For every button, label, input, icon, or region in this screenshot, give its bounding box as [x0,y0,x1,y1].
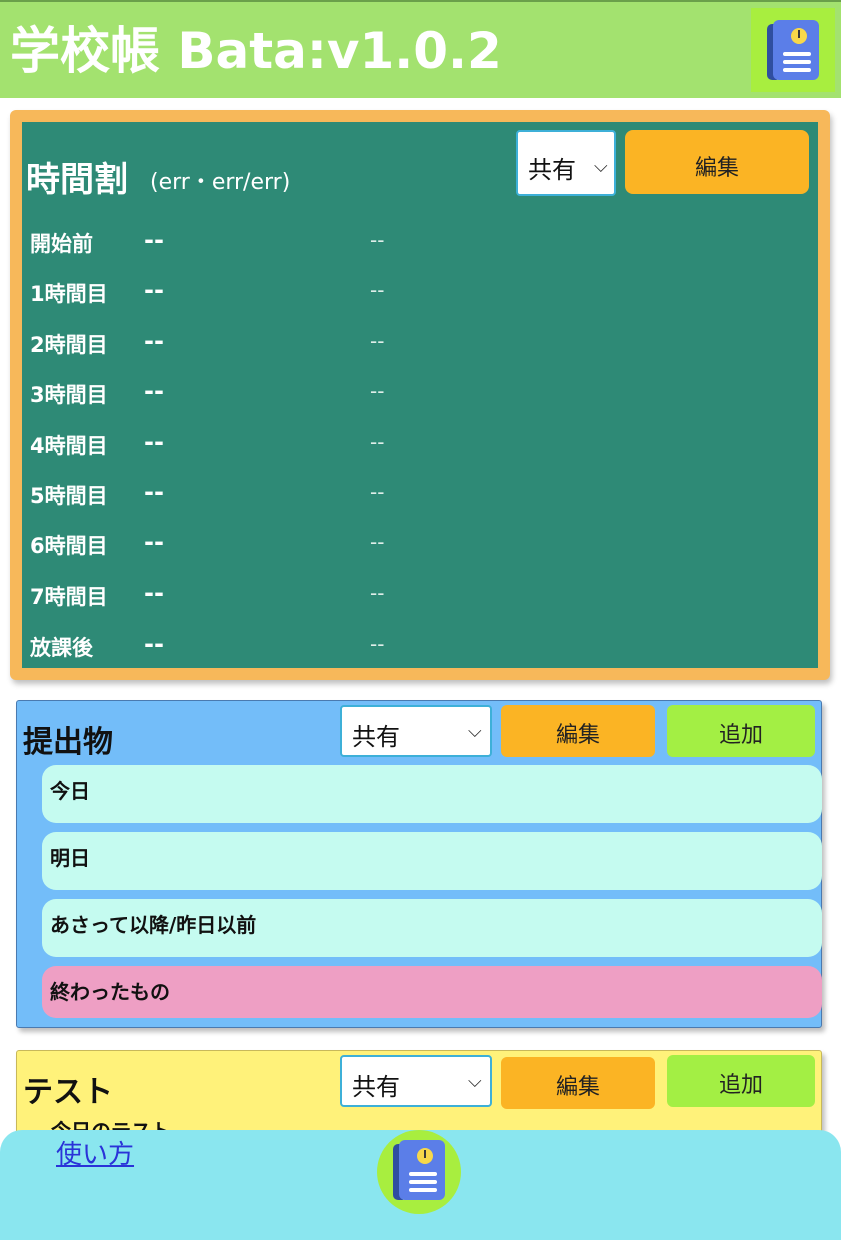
submissions-edit-button[interactable]: 編集 [501,705,655,757]
period-subject: -- [144,327,164,355]
timetable-date: (err・err/err) [150,170,291,195]
period-name: 7時間目 [30,585,108,609]
period-name: 4時間目 [30,434,108,458]
submission-group-tomorrow[interactable]: 明日 [42,832,822,890]
home-button[interactable] [377,1130,461,1214]
app-header: 学校帳 Bata:v1.0.2 [0,0,841,98]
add-button-label: 追加 [718,723,763,748]
period-name: 1時間目 [30,282,108,306]
period-name: 5時間目 [30,484,108,508]
notebook-clock-icon [393,1140,445,1200]
chevron-down-icon: ⌵ [594,156,608,177]
tests-title: テスト [23,1075,113,1110]
submissions-add-button[interactable]: 追加 [667,705,815,757]
notebook-clock-icon [767,20,819,80]
submission-group-done[interactable]: 終わったもの [42,966,822,1018]
submission-group-today[interactable]: 今日 [42,765,822,823]
group-label: 明日 [50,846,90,870]
timetable-panel: 時間割 (err・err/err) 共有 ⌵ 編集 開始前 -- -- 1時間目… [10,110,830,680]
tests-edit-button[interactable]: 編集 [501,1057,655,1109]
help-link[interactable]: 使い方 [56,1134,134,1171]
timetable-board: 時間割 (err・err/err) 共有 ⌵ 編集 開始前 -- -- 1時間目… [22,122,818,668]
period-room: -- [370,379,385,403]
timetable-share-select[interactable]: 共有 ⌵ [516,130,616,196]
period-row: 5時間目 -- -- [30,478,810,510]
chevron-down-icon: ⌵ [468,721,482,742]
period-room: -- [370,480,385,504]
period-name: 2時間目 [30,333,108,357]
share-select-value: 共有 [352,723,400,751]
period-subject: -- [144,276,164,304]
period-subject: -- [144,528,164,556]
share-select-value: 共有 [528,156,576,184]
timetable-title: 時間割 [26,160,128,200]
submissions-share-select[interactable]: 共有 ⌵ [340,705,492,757]
bottom-nav: 使い方 [0,1130,841,1240]
submission-group-later[interactable]: あさって以降/昨日以前 [42,899,822,957]
period-row: 6時間目 -- -- [30,528,810,560]
period-room: -- [370,530,385,554]
share-select-value: 共有 [352,1073,400,1101]
period-room: -- [370,632,385,656]
timetable-edit-button[interactable]: 編集 [625,130,809,194]
period-name: 放課後 [30,636,93,660]
group-label: 終わったもの [50,980,170,1004]
group-label: 今日 [50,779,90,803]
period-subject: -- [144,478,164,506]
period-subject: -- [144,579,164,607]
period-room: -- [370,581,385,605]
header-menu-button[interactable] [751,8,835,92]
tests-add-button[interactable]: 追加 [667,1055,815,1107]
period-room: -- [370,430,385,454]
period-row: 放課後 -- -- [30,630,810,662]
edit-button-label: 編集 [694,156,739,181]
edit-button-label: 編集 [555,723,600,748]
add-button-label: 追加 [718,1073,763,1098]
submissions-title: 提出物 [23,725,113,760]
period-subject: -- [144,377,164,405]
period-row: 7時間目 -- -- [30,579,810,611]
tests-share-select[interactable]: 共有 ⌵ [340,1055,492,1107]
group-label: あさって以降/昨日以前 [50,913,257,937]
period-name: 開始前 [30,232,93,256]
edit-button-label: 編集 [555,1075,600,1100]
period-row: 1時間目 -- -- [30,276,810,308]
period-room: -- [370,228,385,252]
period-row: 3時間目 -- -- [30,377,810,409]
period-subject: -- [144,630,164,658]
period-room: -- [370,278,385,302]
period-row: 開始前 -- -- [30,226,810,258]
app-title: 学校帳 Bata:v1.0.2 [10,22,502,80]
period-subject: -- [144,428,164,456]
period-room: -- [370,329,385,353]
submissions-panel: 提出物 共有 ⌵ 編集 追加 今日 明日 あさって以降/昨日以前 終わったもの [16,700,822,1028]
chevron-down-icon: ⌵ [468,1071,482,1092]
period-name: 3時間目 [30,383,108,407]
period-name: 6時間目 [30,534,108,558]
period-row: 2時間目 -- -- [30,327,810,359]
period-subject: -- [144,226,164,254]
period-row: 4時間目 -- -- [30,428,810,460]
